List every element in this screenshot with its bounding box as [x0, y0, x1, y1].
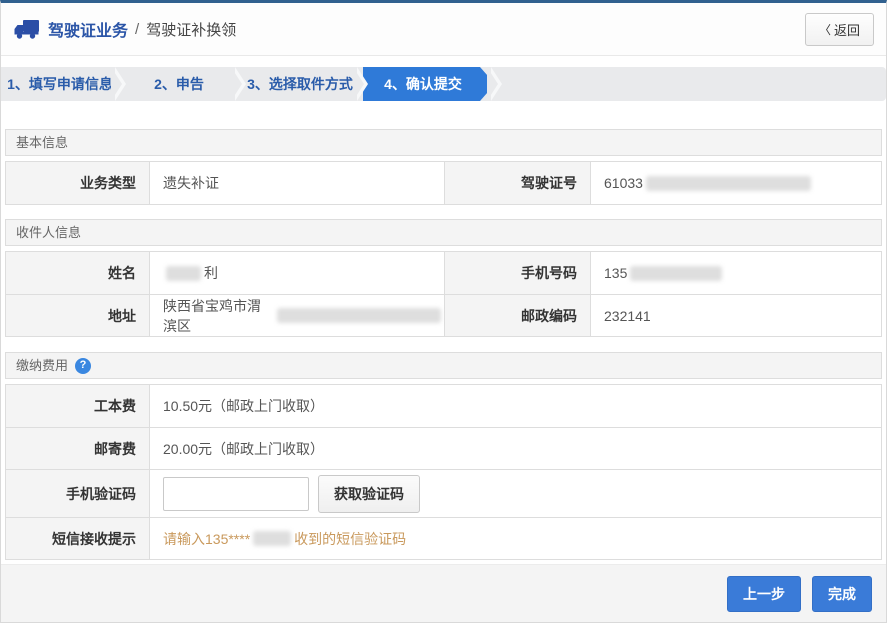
table-row: 地址 陕西省宝鸡市渭滨区 邮政编码 232141: [6, 294, 881, 336]
step-1-fill-application: 1、填写申请信息: [1, 67, 119, 101]
postage-label: 邮寄费: [6, 428, 150, 469]
step-4-confirm-submit: 4、确认提交: [363, 67, 495, 101]
truck-icon: [13, 19, 40, 40]
fees-table: 工本费 10.50元（邮政上门收取） 邮寄费 20.00元（邮政上门收取） 手机…: [5, 384, 882, 560]
postage-value: 20.00元（邮政上门收取）: [150, 428, 881, 469]
table-row: 工本费 10.50元（邮政上门收取）: [6, 385, 881, 427]
redacted-license-number: [646, 176, 811, 191]
step-3-pickup-method: 3、选择取件方式: [239, 67, 361, 101]
table-row: 业务类型 遗失补证 驾驶证号 61033: [6, 162, 881, 204]
phone-value: 135: [591, 252, 881, 294]
sms-tip-label: 短信接收提示: [6, 518, 150, 559]
back-button[interactable]: 〈 返回: [805, 13, 874, 46]
table-row: 邮寄费 20.00元（邮政上门收取）: [6, 427, 881, 469]
zip-label: 邮政编码: [444, 295, 591, 336]
production-cost-value: 10.50元（邮政上门收取）: [150, 385, 881, 427]
name-label: 姓名: [6, 252, 150, 294]
business-type-value: 遗失补证: [150, 162, 444, 204]
footer-actions: 上一步 完成: [1, 564, 886, 622]
finish-button[interactable]: 完成: [812, 576, 872, 612]
redacted-name: [166, 266, 201, 281]
fees-title: 缴纳费用 ?: [5, 352, 882, 379]
chevron-left-icon: 〈: [819, 21, 831, 38]
recipient-info-title: 收件人信息: [5, 219, 882, 246]
page: 驾驶证业务 / 驾驶证补换领 〈 返回 1、填写申请信息 2、申告 3、选择取件…: [0, 0, 887, 623]
back-button-label: 返回: [834, 20, 860, 39]
business-type-label: 业务类型: [6, 162, 150, 204]
main-content: 基本信息 业务类型 遗失补证 驾驶证号 61033 收件人信息: [1, 101, 886, 560]
step-bar: 1、填写申请信息 2、申告 3、选择取件方式 4、确认提交: [1, 67, 886, 101]
fees-title-label: 缴纳费用: [16, 353, 68, 378]
sms-captcha-field: 获取验证码: [150, 470, 881, 517]
recipient-info-table: 姓名 利 手机号码 135 地址 陕西省宝鸡市渭滨区: [5, 251, 882, 337]
table-row: 短信接收提示 请输入135**** 收到的短信验证码: [6, 517, 881, 559]
get-captcha-button[interactable]: 获取验证码: [318, 475, 420, 513]
section-fees: 缴纳费用 ? 工本费 10.50元（邮政上门收取） 邮寄费 20.00元（邮政上…: [5, 352, 882, 560]
name-text: 利: [204, 263, 218, 283]
sms-tip-value: 请输入135**** 收到的短信验证码: [150, 518, 881, 559]
page-title: 驾驶证业务: [48, 17, 128, 41]
redacted-phone-tail: [253, 531, 291, 546]
redacted-phone: [630, 266, 722, 281]
step-3-label: 3、选择取件方式: [247, 74, 353, 94]
basic-info-title-label: 基本信息: [16, 130, 68, 155]
phone-text: 135: [604, 265, 627, 281]
breadcrumb-current: 驾驶证补换领: [146, 19, 236, 40]
address-label: 地址: [6, 295, 150, 336]
production-cost-label: 工本费: [6, 385, 150, 427]
sms-tip-prefix: 请输入135****: [163, 529, 250, 549]
basic-info-title: 基本信息: [5, 129, 882, 156]
section-basic-info: 基本信息 业务类型 遗失补证 驾驶证号 61033: [5, 129, 882, 205]
header: 驾驶证业务 / 驾驶证补换领 〈 返回: [1, 3, 886, 56]
table-row: 姓名 利 手机号码 135: [6, 252, 881, 294]
help-icon[interactable]: ?: [75, 358, 91, 374]
recipient-info-title-label: 收件人信息: [16, 220, 81, 245]
section-recipient-info: 收件人信息 姓名 利 手机号码 135 地址: [5, 219, 882, 337]
step-2-label: 2、申告: [154, 74, 204, 94]
step-1-label: 1、填写申请信息: [7, 74, 113, 94]
license-number-label: 驾驶证号: [444, 162, 591, 204]
redacted-address: [277, 308, 441, 323]
captcha-input[interactable]: [163, 477, 309, 511]
phone-label: 手机号码: [444, 252, 591, 294]
zip-value: 232141: [591, 295, 881, 336]
name-value: 利: [150, 252, 444, 294]
sms-captcha-label: 手机验证码: [6, 470, 150, 517]
previous-step-button[interactable]: 上一步: [727, 576, 801, 612]
step-indicator: 1、填写申请信息 2、申告 3、选择取件方式 4、确认提交: [1, 67, 886, 101]
breadcrumb-divider: /: [135, 21, 139, 38]
table-row: 手机验证码 获取验证码: [6, 469, 881, 517]
address-text: 陕西省宝鸡市渭滨区: [163, 296, 274, 336]
step-2-declaration: 2、申告: [119, 67, 239, 101]
step-4-label: 4、确认提交: [384, 74, 462, 94]
license-number-value: 61033: [591, 162, 881, 204]
basic-info-table: 业务类型 遗失补证 驾驶证号 61033: [5, 161, 882, 205]
sms-tip-suffix: 收到的短信验证码: [294, 529, 406, 549]
license-number-text: 61033: [604, 175, 643, 191]
address-value: 陕西省宝鸡市渭滨区: [150, 295, 444, 336]
